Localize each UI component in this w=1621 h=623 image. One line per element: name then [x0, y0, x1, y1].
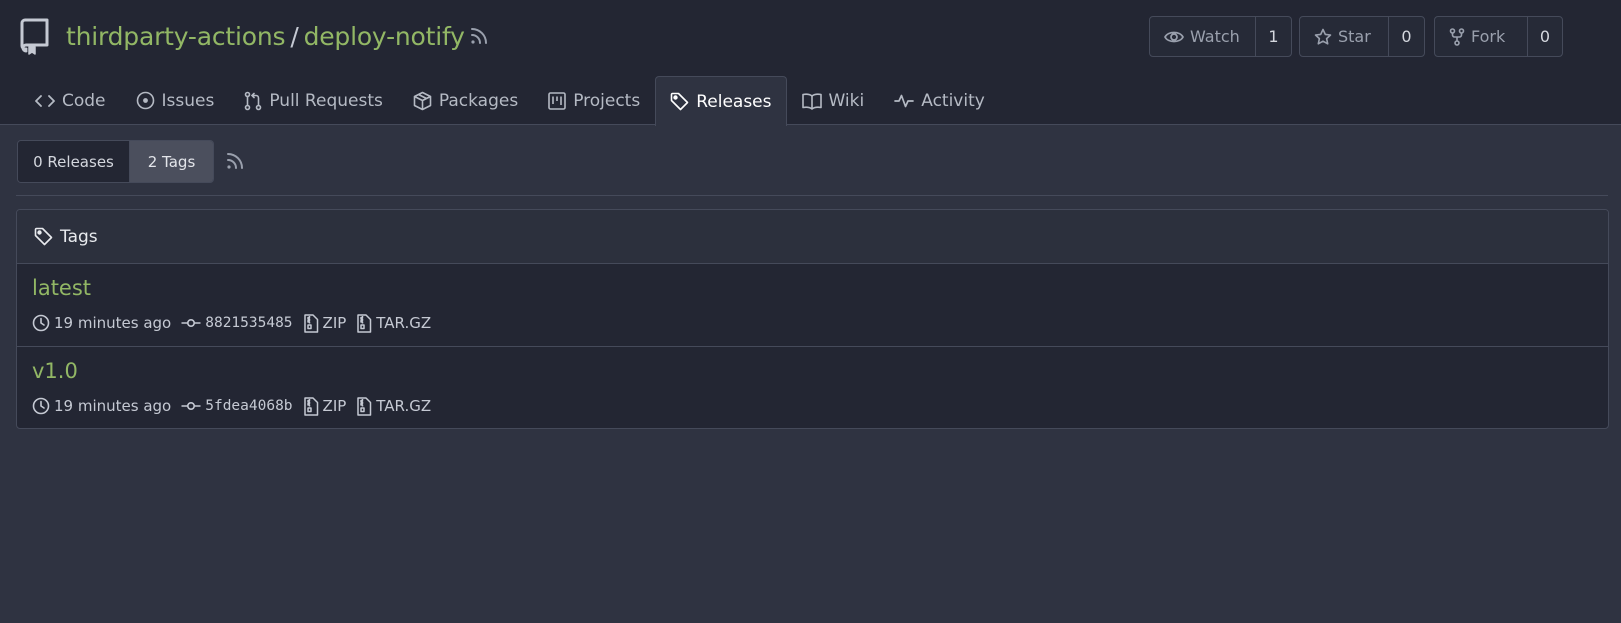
tab-code[interactable]: Code	[20, 76, 121, 124]
tag-name-link[interactable]: latest	[32, 276, 91, 300]
commit-sha: 8821535485	[205, 315, 293, 331]
zip-label: ZIP	[322, 314, 347, 332]
issue-icon	[136, 91, 155, 110]
tag-row: latest 19 minutes ago 8821535485 ZIP TAR…	[17, 264, 1608, 346]
tab-wiki[interactable]: Wiki	[787, 76, 880, 124]
code-icon	[35, 93, 55, 109]
clock-icon	[32, 397, 50, 415]
tab-projects-label: Projects	[573, 90, 641, 111]
repo-name-link[interactable]: deploy-notify	[304, 22, 465, 51]
tab-packages-label: Packages	[438, 90, 519, 111]
eye-icon	[1164, 29, 1184, 45]
file-zip-icon	[303, 396, 319, 416]
watch-button[interactable]: Watch	[1150, 17, 1256, 56]
file-zip-icon	[356, 396, 372, 416]
tab-activity-label: Activity	[921, 90, 985, 111]
commit-icon	[181, 317, 201, 329]
fork-button-group: Fork 0	[1434, 16, 1563, 57]
fork-icon	[1449, 27, 1465, 46]
tag-commit[interactable]: 8821535485	[181, 315, 293, 331]
pull-request-icon	[244, 91, 262, 111]
tag-icon	[34, 227, 53, 246]
file-zip-icon	[356, 313, 372, 333]
book-icon	[801, 92, 822, 110]
tag-meta: 19 minutes ago 8821535485 ZIP TAR.GZ	[32, 311, 441, 335]
tags-toggle-button[interactable]: 2 Tags	[130, 141, 213, 182]
repo-icon	[20, 18, 50, 56]
tag-time: 19 minutes ago	[32, 397, 171, 415]
tags-panel-header: Tags	[17, 210, 1608, 264]
commit-icon	[181, 400, 201, 412]
watch-count[interactable]: 1	[1256, 17, 1291, 56]
repo-header: thirdparty-actions / deploy-notify Watch…	[0, 0, 1621, 126]
repo-separator: /	[290, 21, 299, 51]
rss-feed-icon[interactable]	[470, 27, 488, 45]
zip-download-link[interactable]: ZIP	[303, 313, 347, 333]
release-tag-toggle: 0 Releases 2 Tags	[17, 140, 214, 183]
targz-download-link[interactable]: TAR.GZ	[356, 396, 432, 416]
tag-meta: 19 minutes ago 5fdea4068b ZIP TAR.GZ	[32, 394, 441, 418]
star-label: Star	[1338, 27, 1371, 46]
tab-wiki-label: Wiki	[828, 90, 865, 111]
package-icon	[413, 91, 432, 111]
tag-icon	[670, 92, 689, 111]
tab-releases-label: Releases	[696, 91, 772, 112]
fork-label: Fork	[1471, 27, 1506, 46]
targz-label: TAR.GZ	[376, 314, 432, 332]
tab-pull-requests[interactable]: Pull Requests	[229, 76, 398, 124]
releases-toggle-button[interactable]: 0 Releases	[18, 141, 130, 182]
watch-button-group: Watch 1	[1149, 16, 1292, 57]
clock-icon	[32, 314, 50, 332]
tags-panel: Tags latest 19 minutes ago 8821535485 ZI…	[16, 209, 1609, 429]
repo-tabs: Code Issues Pull Requests Packages Proje…	[20, 76, 1000, 126]
targz-label: TAR.GZ	[376, 397, 432, 415]
section-divider	[16, 195, 1608, 196]
repo-title: thirdparty-actions / deploy-notify	[66, 18, 465, 54]
tag-time: 19 minutes ago	[32, 314, 171, 332]
tag-time-text: 19 minutes ago	[54, 397, 172, 415]
file-zip-icon	[303, 313, 319, 333]
tag-row: v1.0 19 minutes ago 5fdea4068b ZIP TAR.G…	[17, 346, 1608, 428]
tags-panel-title: Tags	[60, 226, 98, 247]
tab-pull-requests-label: Pull Requests	[269, 90, 383, 111]
fork-button[interactable]: Fork	[1435, 17, 1528, 56]
project-icon	[548, 91, 566, 110]
commit-sha: 5fdea4068b	[205, 398, 293, 414]
tags-rss-icon[interactable]	[226, 152, 244, 170]
star-icon	[1314, 28, 1332, 46]
targz-download-link[interactable]: TAR.GZ	[356, 313, 432, 333]
tab-code-label: Code	[62, 90, 106, 111]
tab-packages[interactable]: Packages	[398, 76, 533, 124]
tag-time-text: 19 minutes ago	[54, 314, 172, 332]
watch-label: Watch	[1190, 27, 1240, 46]
zip-download-link[interactable]: ZIP	[303, 396, 347, 416]
star-button[interactable]: Star	[1300, 17, 1389, 56]
tag-commit[interactable]: 5fdea4068b	[181, 398, 293, 414]
tab-projects[interactable]: Projects	[533, 76, 655, 124]
tab-issues-label: Issues	[161, 90, 215, 111]
zip-label: ZIP	[322, 397, 347, 415]
star-button-group: Star 0	[1299, 16, 1425, 57]
tab-issues[interactable]: Issues	[121, 76, 230, 124]
star-count[interactable]: 0	[1389, 17, 1424, 56]
tab-activity[interactable]: Activity	[879, 76, 1000, 124]
fork-count[interactable]: 0	[1528, 17, 1562, 56]
pulse-icon	[894, 93, 915, 109]
repo-owner-link[interactable]: thirdparty-actions	[66, 22, 286, 51]
tab-releases[interactable]: Releases	[655, 76, 787, 126]
tag-name-link[interactable]: v1.0	[32, 359, 78, 383]
